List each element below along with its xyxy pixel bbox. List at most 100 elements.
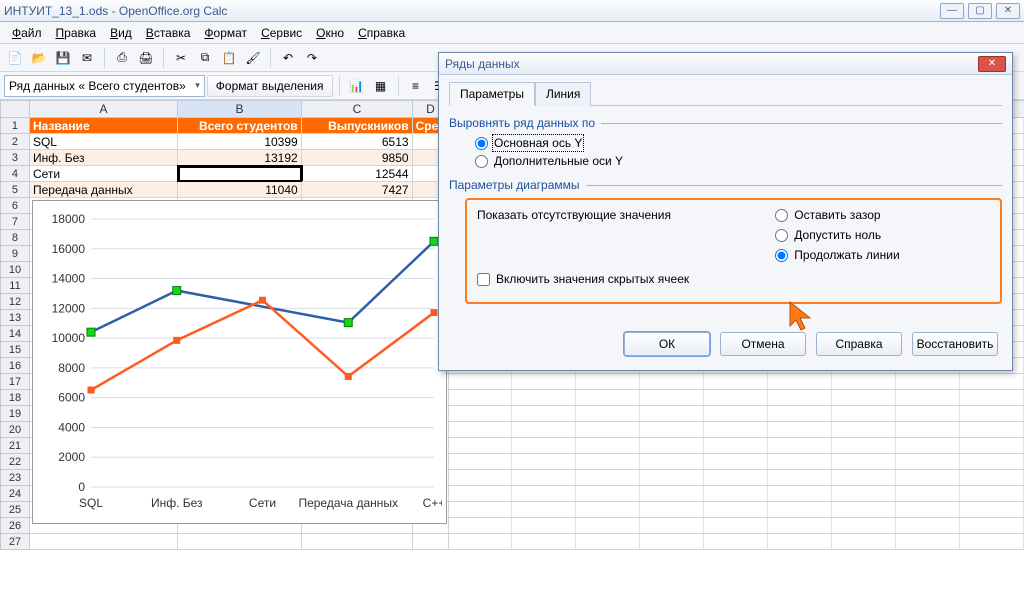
cell[interactable] — [640, 390, 704, 406]
cell[interactable] — [960, 390, 1024, 406]
cell[interactable] — [832, 518, 896, 534]
row-header[interactable]: 12 — [0, 294, 30, 310]
cell[interactable] — [512, 390, 576, 406]
cell[interactable] — [704, 454, 768, 470]
minimize-button[interactable]: — — [940, 3, 964, 19]
paste-icon[interactable]: 📋 — [218, 47, 240, 69]
row-header[interactable]: 19 — [0, 406, 30, 422]
row-header[interactable]: 10 — [0, 262, 30, 278]
dialog-close-button[interactable]: ✕ — [978, 56, 1006, 72]
radio-primary-y[interactable] — [475, 137, 488, 150]
cancel-button[interactable]: Отмена — [720, 332, 806, 356]
cell[interactable] — [896, 502, 960, 518]
row-header[interactable]: 20 — [0, 422, 30, 438]
ok-button[interactable]: ОК — [624, 332, 710, 356]
cell[interactable] — [768, 438, 832, 454]
cell[interactable] — [512, 470, 576, 486]
cell[interactable] — [896, 374, 960, 390]
radio-assume-zero[interactable] — [775, 229, 788, 242]
cell[interactable] — [704, 502, 768, 518]
cell[interactable] — [768, 454, 832, 470]
row-header[interactable]: 3 — [0, 150, 30, 166]
menu-Вставка[interactable]: Вставка — [140, 24, 197, 42]
cell[interactable]: Инф. Без — [30, 150, 178, 166]
cell[interactable] — [768, 390, 832, 406]
row-header[interactable]: 21 — [0, 438, 30, 454]
cell[interactable] — [960, 406, 1024, 422]
cell[interactable] — [302, 534, 413, 550]
cell[interactable] — [449, 486, 513, 502]
cell[interactable]: 13192 — [178, 150, 302, 166]
cell[interactable]: 6513 — [302, 134, 413, 150]
tab-parameters[interactable]: Параметры — [449, 82, 535, 106]
cell[interactable] — [512, 454, 576, 470]
cell[interactable] — [640, 454, 704, 470]
email-icon[interactable]: ✉ — [76, 47, 98, 69]
redo-icon[interactable]: ↷ — [301, 47, 323, 69]
cell[interactable] — [768, 470, 832, 486]
menu-Правка[interactable]: Правка — [50, 24, 103, 42]
cell[interactable] — [832, 502, 896, 518]
save-icon[interactable]: 💾 — [52, 47, 74, 69]
cell[interactable] — [449, 438, 513, 454]
col-header-B[interactable]: B — [178, 100, 302, 118]
cell[interactable] — [704, 406, 768, 422]
col-header-C[interactable]: C — [302, 100, 413, 118]
cell[interactable]: Передача данных — [30, 182, 178, 198]
cell[interactable] — [960, 534, 1024, 550]
cell[interactable]: Сети — [30, 166, 178, 182]
cell[interactable] — [960, 502, 1024, 518]
cell[interactable] — [449, 502, 513, 518]
menu-Окно[interactable]: Окно — [310, 24, 350, 42]
cell[interactable] — [449, 390, 513, 406]
menu-Справка[interactable]: Справка — [352, 24, 411, 42]
cell[interactable] — [512, 374, 576, 390]
row-header[interactable]: 14 — [0, 326, 30, 342]
row-header[interactable]: 27 — [0, 534, 30, 550]
cell[interactable] — [896, 454, 960, 470]
cell[interactable] — [832, 470, 896, 486]
cell[interactable]: Название — [30, 118, 178, 134]
cell[interactable] — [704, 534, 768, 550]
open-icon[interactable]: 📂 — [28, 47, 50, 69]
checkbox-hidden-cells[interactable] — [477, 273, 490, 286]
cell[interactable] — [768, 374, 832, 390]
row-header[interactable]: 16 — [0, 358, 30, 374]
cell[interactable] — [896, 486, 960, 502]
cell[interactable] — [896, 390, 960, 406]
cell[interactable]: Всего студентов — [178, 118, 302, 134]
cell[interactable] — [832, 374, 896, 390]
cell[interactable] — [640, 438, 704, 454]
cell[interactable] — [449, 518, 513, 534]
cell[interactable] — [768, 486, 832, 502]
row-header[interactable]: 1 — [0, 118, 30, 134]
cell[interactable] — [576, 390, 640, 406]
cell[interactable]: Выпускников — [302, 118, 413, 134]
cell[interactable] — [896, 438, 960, 454]
cell[interactable] — [832, 438, 896, 454]
cell[interactable] — [512, 502, 576, 518]
cell[interactable] — [832, 390, 896, 406]
cell[interactable] — [768, 534, 832, 550]
format-paint-icon[interactable]: 🖌 — [242, 47, 264, 69]
row-header[interactable]: 26 — [0, 518, 30, 534]
dialog-titlebar[interactable]: Ряды данных ✕ — [439, 53, 1012, 75]
cell[interactable] — [768, 518, 832, 534]
embedded-chart[interactable]: 0200040006000800010000120001400016000180… — [32, 200, 447, 524]
row-header[interactable]: 24 — [0, 486, 30, 502]
cell[interactable] — [960, 454, 1024, 470]
cell[interactable] — [832, 486, 896, 502]
cell[interactable] — [576, 374, 640, 390]
menu-Сервис[interactable]: Сервис — [255, 24, 308, 42]
cell[interactable] — [640, 534, 704, 550]
cell[interactable] — [449, 374, 513, 390]
cell[interactable] — [768, 422, 832, 438]
cell[interactable] — [640, 470, 704, 486]
radio-secondary-y[interactable] — [475, 155, 488, 168]
cut-icon[interactable]: ✂ — [170, 47, 192, 69]
row-header[interactable]: 4 — [0, 166, 30, 182]
cell[interactable] — [640, 502, 704, 518]
row-header[interactable]: 18 — [0, 390, 30, 406]
chart-data-icon[interactable]: ▦ — [370, 75, 392, 97]
cell[interactable] — [576, 502, 640, 518]
